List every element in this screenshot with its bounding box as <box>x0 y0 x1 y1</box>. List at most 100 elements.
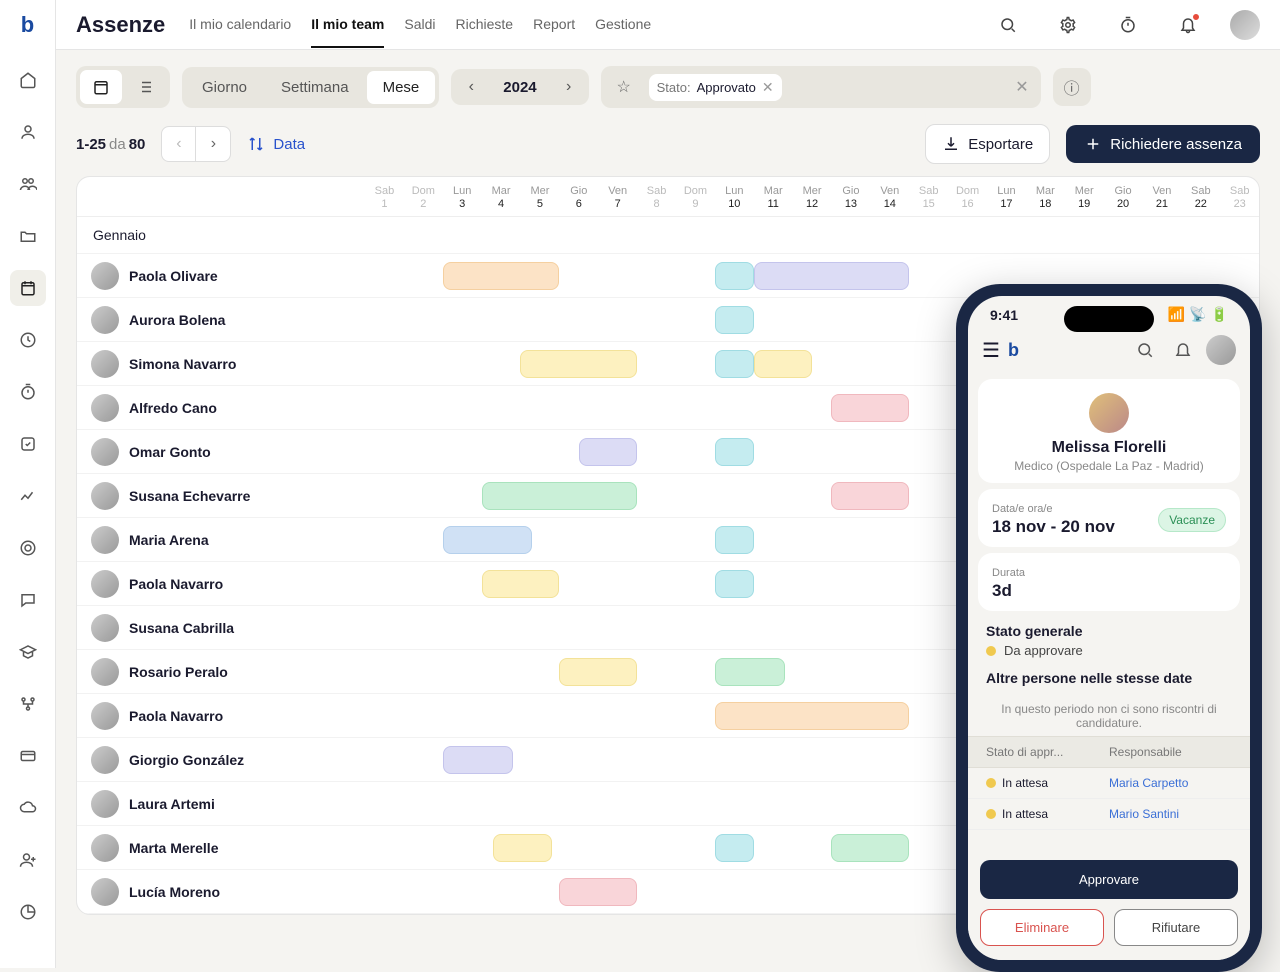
nav-chat-icon[interactable] <box>10 582 46 618</box>
approver-row[interactable]: In attesaMaria Carpetto <box>968 768 1250 799</box>
person-name: Maria Arena <box>129 532 209 548</box>
day-column: Mar18 <box>1026 177 1065 216</box>
tab-gestione[interactable]: Gestione <box>595 2 651 48</box>
month-label: Gennaio <box>77 217 1259 254</box>
absence-bar[interactable] <box>579 438 637 466</box>
user-avatar[interactable] <box>1230 10 1260 40</box>
calendar-view-button[interactable] <box>80 70 122 104</box>
approvers-table-header: Stato di appr... Responsabile <box>968 736 1250 768</box>
absence-bar[interactable] <box>482 482 637 510</box>
absence-bar[interactable] <box>715 350 754 378</box>
absence-bar[interactable] <box>559 878 637 906</box>
stopwatch-icon[interactable] <box>1110 7 1146 43</box>
period-mese[interactable]: Mese <box>367 71 436 104</box>
sort-button[interactable]: Data <box>247 135 305 153</box>
absence-bar[interactable] <box>493 834 551 862</box>
nav-clock-icon[interactable] <box>10 322 46 358</box>
search-icon[interactable] <box>990 7 1026 43</box>
absence-bar[interactable] <box>754 262 909 290</box>
absence-bar[interactable] <box>559 658 637 686</box>
nav-user-icon[interactable] <box>10 114 46 150</box>
absence-bar[interactable] <box>715 570 754 598</box>
absence-bar[interactable] <box>443 746 513 774</box>
absence-bar[interactable] <box>715 306 754 334</box>
approve-button[interactable]: Approvare <box>980 860 1238 899</box>
nav-target-icon[interactable] <box>10 530 46 566</box>
nav-card-icon[interactable] <box>10 738 46 774</box>
settings-icon[interactable] <box>1050 7 1086 43</box>
next-page-button[interactable]: › <box>196 127 230 161</box>
phone-avatar[interactable] <box>1206 335 1236 365</box>
person-name: Omar Gonto <box>129 444 211 460</box>
nav-folder-icon[interactable] <box>10 218 46 254</box>
absence-bar[interactable] <box>715 658 785 686</box>
absence-bar[interactable] <box>443 262 560 290</box>
period-giorno[interactable]: Giorno <box>186 71 263 104</box>
absence-bar[interactable] <box>715 702 909 730</box>
tab-saldi[interactable]: Saldi <box>404 2 435 48</box>
filter-bar[interactable]: ☆ Stato: Approvato ✕ ✕ <box>601 66 1041 108</box>
nav-timer-icon[interactable] <box>10 374 46 410</box>
day-column: Mer19 <box>1065 177 1104 216</box>
page-title: Assenze <box>76 12 165 38</box>
app-logo[interactable]: b <box>21 12 34 38</box>
person-avatar <box>1089 393 1129 433</box>
nav-check-icon[interactable] <box>10 426 46 462</box>
manager-link[interactable]: Maria Carpetto <box>1109 776 1232 790</box>
nav-cloud-icon[interactable] <box>10 790 46 826</box>
reject-button[interactable]: Rifiutare <box>1114 909 1238 946</box>
person-name: Simona Navarro <box>129 356 236 372</box>
absence-bar[interactable] <box>482 570 560 598</box>
nav-pie-icon[interactable] <box>10 894 46 930</box>
prev-year-button[interactable]: ‹ <box>457 73 485 101</box>
day-column: Mer12 <box>793 177 832 216</box>
absence-bar[interactable] <box>715 438 754 466</box>
phone-logo[interactable]: b <box>1008 340 1019 361</box>
absence-bar[interactable] <box>443 526 532 554</box>
absence-bar[interactable] <box>754 350 812 378</box>
nav-calendar-icon[interactable] <box>10 270 46 306</box>
day-column: Lun10 <box>715 177 754 216</box>
absence-bar[interactable] <box>520 350 637 378</box>
clear-filters-button[interactable]: ✕ <box>1011 77 1032 97</box>
absence-bar[interactable] <box>715 262 754 290</box>
nav-invite-icon[interactable] <box>10 842 46 878</box>
nav-home-icon[interactable] <box>10 62 46 98</box>
info-icon[interactable]: ⓘ <box>1053 68 1091 106</box>
request-absence-button[interactable]: Richiedere assenza <box>1066 125 1260 163</box>
filter-chip[interactable]: Stato: Approvato ✕ <box>649 74 782 101</box>
avatar <box>91 262 119 290</box>
nav-chart-icon[interactable] <box>10 478 46 514</box>
absence-bar[interactable] <box>831 834 909 862</box>
person-name: Melissa Florelli <box>992 439 1226 457</box>
phone-bell-icon[interactable] <box>1168 335 1198 365</box>
phone-search-icon[interactable] <box>1130 335 1160 365</box>
prev-page-button[interactable]: ‹ <box>162 127 196 161</box>
nav-school-icon[interactable] <box>10 634 46 670</box>
nav-team-icon[interactable] <box>10 166 46 202</box>
tab-richieste[interactable]: Richieste <box>456 2 514 48</box>
menu-icon[interactable]: ☰ <box>982 338 1000 363</box>
list-view-button[interactable] <box>124 70 166 104</box>
delete-button[interactable]: Eliminare <box>980 909 1104 946</box>
nav-flow-icon[interactable] <box>10 686 46 722</box>
manager-link[interactable]: Mario Santini <box>1109 807 1232 821</box>
period-settimana[interactable]: Settimana <box>265 71 365 104</box>
tab-il-mio-team[interactable]: Il mio team <box>311 2 384 48</box>
favorite-icon[interactable]: ☆ <box>609 72 639 102</box>
absence-bar[interactable] <box>831 482 909 510</box>
next-year-button[interactable]: › <box>555 73 583 101</box>
mobile-preview: 9:41 📶 📡 🔋 ☰ b Melissa Florelli Medico (… <box>956 284 1262 972</box>
tab-report[interactable]: Report <box>533 2 575 48</box>
filter-chip-remove[interactable]: ✕ <box>762 79 774 96</box>
bell-icon[interactable] <box>1170 7 1206 43</box>
tab-il-mio-calendario[interactable]: Il mio calendario <box>189 2 291 48</box>
day-column: Gio6 <box>559 177 598 216</box>
others-title: Altre persone nelle stesse date <box>986 670 1232 686</box>
absence-bar[interactable] <box>715 526 754 554</box>
approver-row[interactable]: In attesaMario Santini <box>968 799 1250 830</box>
absence-bar[interactable] <box>715 834 754 862</box>
absence-bar[interactable] <box>831 394 909 422</box>
person-name: Lucía Moreno <box>129 884 220 900</box>
export-button[interactable]: Esportare <box>925 124 1050 164</box>
